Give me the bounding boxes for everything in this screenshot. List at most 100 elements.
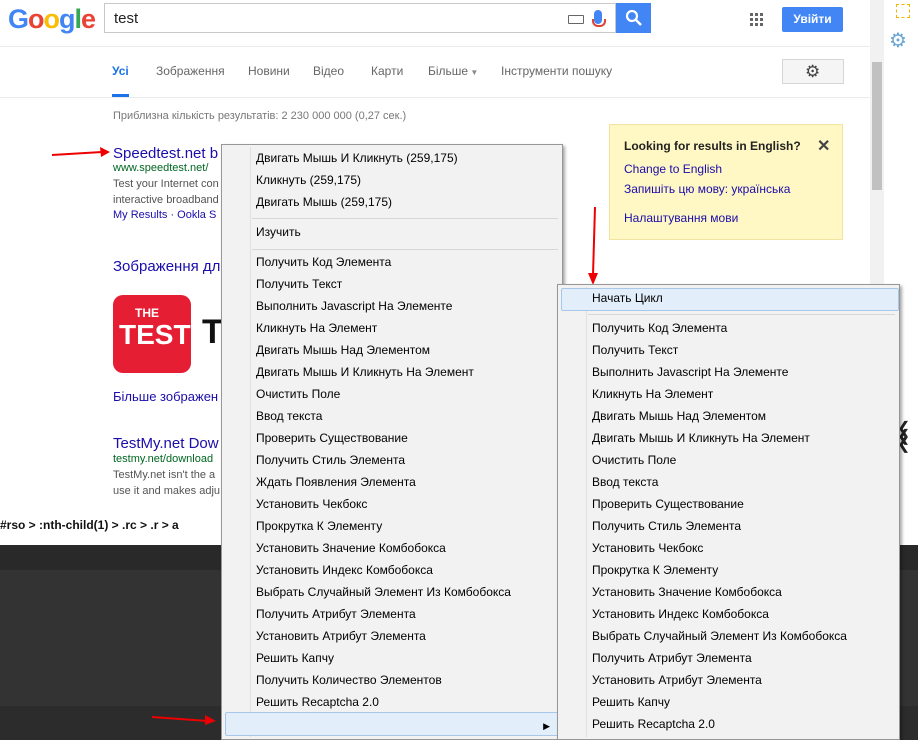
menu-item[interactable]: Установить Индекс Комбобокса [592, 607, 769, 621]
menu-item-highlight [225, 712, 561, 736]
tab-video[interactable]: Відео [313, 64, 344, 78]
apps-dot [750, 23, 753, 26]
menu-item[interactable]: Получить Код Элемента [592, 321, 727, 335]
divider [0, 46, 870, 47]
menu-item[interactable]: Получить Атрибут Элемента [592, 651, 752, 665]
image-thumbnail[interactable]: THE TEST [113, 295, 191, 373]
menu-item[interactable]: Установить Значение Комбобокса [592, 585, 782, 599]
settings-button[interactable]: ⚙ [782, 59, 844, 84]
tab-images[interactable]: Зображення [156, 64, 225, 78]
tab-maps[interactable]: Карти [371, 64, 403, 78]
menu-item[interactable]: Выбрать Случайный Элемент Из Комбобокса [256, 585, 511, 599]
annotation-arrow-icon [588, 206, 598, 285]
apps-dot [750, 18, 753, 21]
extension-icon[interactable] [896, 4, 910, 18]
menu-item[interactable]: Установить Атрибут Элемента [592, 673, 762, 687]
signin-button[interactable]: Увійти [782, 7, 843, 32]
menu-item[interactable]: Получить Текст [256, 277, 342, 291]
menu-item[interactable]: Ждать Появления Элемента [256, 475, 416, 489]
logo-letter: g [59, 4, 75, 34]
menu-item[interactable]: Получить Стиль Элемента [592, 519, 741, 533]
search-icon [625, 9, 642, 26]
menu-item[interactable]: Проверить Существование [256, 431, 408, 445]
menu-item[interactable]: Выполнить Javascript На Элементе [256, 299, 452, 313]
change-to-english-link[interactable]: Change to English [624, 162, 722, 176]
apps-dot [750, 13, 753, 16]
tab-more-label: Більше [428, 64, 469, 78]
menu-item[interactable]: Решить Капчу [256, 651, 334, 665]
menu-item[interactable]: Решить Recaptcha 2.0 [592, 717, 715, 731]
submenu: Начать Цикл Получить Код Элемента Получит… [557, 284, 900, 740]
result-snippet: use it and makes adju [113, 485, 221, 497]
logo-letter: G [8, 4, 29, 34]
tab-search-tools[interactable]: Інструменти пошуку [501, 64, 612, 78]
menu-item[interactable]: Двигать Мышь Над Элементом [256, 343, 430, 357]
more-images-link[interactable]: Більше зображен [113, 389, 218, 404]
apps-dot [760, 23, 763, 26]
menu-item-start-loop[interactable]: Начать Цикл [592, 291, 663, 305]
menu-item[interactable]: Установить Чекбокс [256, 497, 367, 511]
gear-icon: ⚙ [805, 62, 821, 81]
menu-item[interactable]: Двигать Мышь (259,175) [256, 195, 392, 209]
menu-item[interactable]: Решить Recaptcha 2.0 [256, 695, 379, 709]
menu-item[interactable]: Кликнуть (259,175) [256, 173, 361, 187]
menu-item[interactable]: Решить Капчу [592, 695, 670, 709]
tab-more[interactable]: Більше ▼ [428, 64, 478, 78]
menu-item[interactable]: Ввод текста [592, 475, 658, 489]
menu-item[interactable]: Установить Атрибут Элемента [256, 629, 426, 643]
microphone-icon[interactable] [592, 10, 606, 27]
apps-grid-icon[interactable] [750, 13, 764, 27]
language-settings-link[interactable]: Налаштування мови [624, 211, 738, 225]
thumb-text: THE [135, 306, 159, 320]
result-sitelinks[interactable]: My Results · Ookla S [113, 209, 216, 221]
images-heading[interactable]: Зображення дл [113, 258, 220, 275]
menu-item[interactable]: Прокрутка К Элементу [592, 563, 718, 577]
menu-item[interactable]: Очистить Поле [592, 453, 676, 467]
record-language-link[interactable]: Запишіть цю мову: українська [624, 182, 790, 196]
close-icon[interactable]: ✕ [817, 136, 830, 156]
submenu-arrow-icon: ▶ [543, 721, 550, 731]
search-box[interactable]: test [104, 3, 616, 33]
search-button[interactable] [616, 3, 651, 33]
logo-letter: e [81, 4, 96, 34]
menu-item[interactable]: Двигать Мышь И Кликнуть (259,175) [256, 151, 458, 165]
logo-letter: o [28, 4, 44, 34]
menu-item[interactable]: Кликнуть На Элемент [256, 321, 377, 335]
menu-item[interactable]: Двигать Мышь И Кликнуть На Элемент [592, 431, 810, 445]
menu-item[interactable]: Кликнуть На Элемент [592, 387, 713, 401]
menu-item[interactable]: Получить Количество Элементов [256, 673, 442, 687]
menu-item[interactable]: Получить Стиль Элемента [256, 453, 405, 467]
menu-item[interactable]: Установить Значение Комбобокса [256, 541, 446, 555]
menu-item[interactable]: Двигать Мышь И Кликнуть На Элемент [256, 365, 474, 379]
menu-item[interactable]: Получить Текст [592, 343, 678, 357]
image-thumbnail-next[interactable]: T [202, 313, 223, 352]
divider [0, 97, 870, 98]
menu-item[interactable]: Ввод текста [256, 409, 322, 423]
menu-item[interactable]: Очистить Поле [256, 387, 340, 401]
menu-item[interactable]: Прокрутка К Элементу [256, 519, 382, 533]
result-title-speedtest[interactable]: Speedtest.net b [113, 145, 218, 162]
menu-separator [252, 249, 558, 250]
menu-item[interactable]: Выполнить Javascript На Элементе [592, 365, 788, 379]
search-input[interactable]: test [114, 10, 138, 27]
result-snippet: TestMy.net isn't the a [113, 469, 216, 481]
menu-item[interactable]: Получить Код Элемента [256, 255, 391, 269]
tab-all[interactable]: Усі [112, 64, 129, 78]
result-title-testmy[interactable]: TestMy.net Dow [113, 435, 219, 452]
menu-item[interactable]: Выбрать Случайный Элемент Из Комбобокса [592, 629, 847, 643]
menu-item[interactable]: Установить Индекс Комбобокса [256, 563, 433, 577]
menu-item[interactable]: Получить Атрибут Элемента [256, 607, 416, 621]
gear-icon[interactable]: ⚙ [889, 28, 907, 53]
chevron-down-icon: ▼ [468, 68, 479, 77]
menu-item[interactable]: Проверить Существование [592, 497, 744, 511]
menu-item[interactable]: Установить Чекбокс [592, 541, 703, 555]
tab-news[interactable]: Новини [248, 64, 290, 78]
result-url: www.speedtest.net/ [113, 162, 209, 174]
scrollbar-thumb[interactable] [872, 62, 882, 190]
menu-item[interactable]: Двигать Мышь Над Элементом [592, 409, 766, 423]
annotation-arrow-icon [151, 715, 216, 725]
keyboard-icon[interactable] [568, 15, 584, 24]
google-logo[interactable]: Google [8, 4, 96, 35]
result-snippet: Test your Internet con [113, 178, 219, 190]
menu-item[interactable]: Изучить [256, 225, 301, 239]
